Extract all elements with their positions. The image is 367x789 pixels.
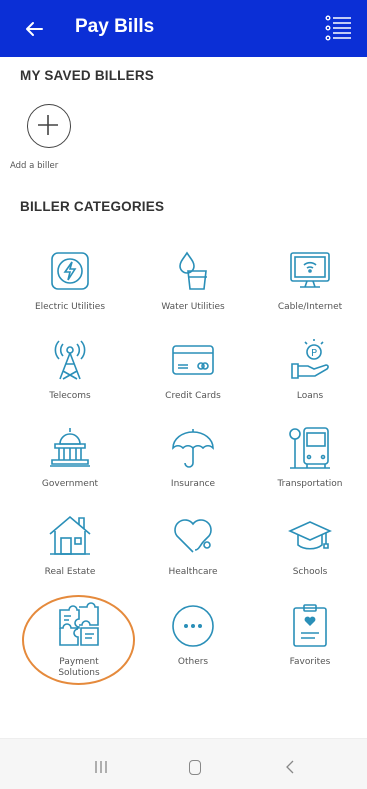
category-others[interactable]: Others — [133, 604, 253, 668]
category-government[interactable]: Government — [10, 426, 130, 490]
category-label: Telecoms — [49, 391, 91, 401]
recent-apps-icon[interactable] — [94, 761, 108, 773]
category-label: Favorites — [289, 657, 331, 667]
category-label: Credit Cards — [165, 391, 221, 401]
category-telecoms[interactable]: Telecoms — [10, 338, 130, 402]
category-water-utilities[interactable]: Water Utilities — [133, 249, 253, 313]
category-label: Healthcare — [168, 567, 218, 577]
capitol-building-icon — [50, 428, 90, 467]
category-loans[interactable]: P Loans — [250, 338, 367, 402]
category-label: Transportation — [277, 479, 343, 489]
add-biller-label: Add a biller — [10, 161, 59, 171]
category-label: Loans — [296, 391, 324, 401]
loan-hand-icon: P — [291, 339, 329, 379]
category-label: Government — [41, 479, 99, 489]
bus-stop-icon — [289, 427, 330, 469]
heart-stethoscope-icon — [174, 519, 212, 553]
home-button-icon[interactable] — [189, 760, 201, 775]
tv-wifi-icon — [290, 252, 330, 288]
category-credit-cards[interactable]: Credit Cards — [133, 338, 253, 402]
house-icon — [49, 515, 91, 555]
svg-text:P: P — [311, 348, 317, 359]
add-biller-button[interactable] — [27, 104, 71, 148]
highlight-ring — [22, 595, 135, 685]
category-label: Schools — [292, 567, 328, 577]
category-label: Insurance — [170, 479, 216, 489]
lightning-icon — [51, 252, 89, 290]
umbrella-icon — [172, 429, 214, 468]
category-favorites[interactable]: Favorites — [250, 604, 367, 668]
category-label: Water Utilities — [161, 302, 225, 312]
heart-clipboard-icon — [293, 604, 327, 647]
category-label: Real Estate — [44, 567, 96, 577]
water-drop-icon — [179, 251, 207, 290]
category-cable-internet[interactable]: Cable/Internet — [250, 249, 367, 313]
credit-card-icon — [172, 345, 214, 375]
saved-billers-heading: MY SAVED BILLERS — [20, 68, 154, 83]
category-healthcare[interactable]: Healthcare — [133, 514, 253, 578]
biller-categories-heading: BILLER CATEGORIES — [20, 199, 165, 214]
back-arrow-icon[interactable] — [22, 17, 46, 41]
category-schools[interactable]: Schools — [250, 514, 367, 578]
category-electric-utilities[interactable]: Electric Utilities — [10, 249, 130, 313]
list-menu-icon[interactable] — [325, 14, 353, 44]
category-insurance[interactable]: Insurance — [133, 426, 253, 490]
plus-icon — [38, 115, 59, 136]
app-header: Pay Bills — [0, 0, 367, 57]
category-transportation[interactable]: Transportation — [250, 426, 367, 490]
cell-tower-icon — [54, 340, 86, 380]
back-chevron-icon[interactable] — [284, 759, 296, 775]
category-label: Cable/Internet — [277, 302, 343, 312]
more-dots-icon — [172, 605, 214, 647]
category-label: Electric Utilities — [34, 302, 106, 312]
page-title: Pay Bills — [75, 16, 155, 37]
category-real-estate[interactable]: Real Estate — [10, 514, 130, 578]
graduation-cap-icon — [288, 521, 332, 550]
category-label: Others — [177, 657, 209, 667]
system-nav-bar — [0, 738, 367, 789]
